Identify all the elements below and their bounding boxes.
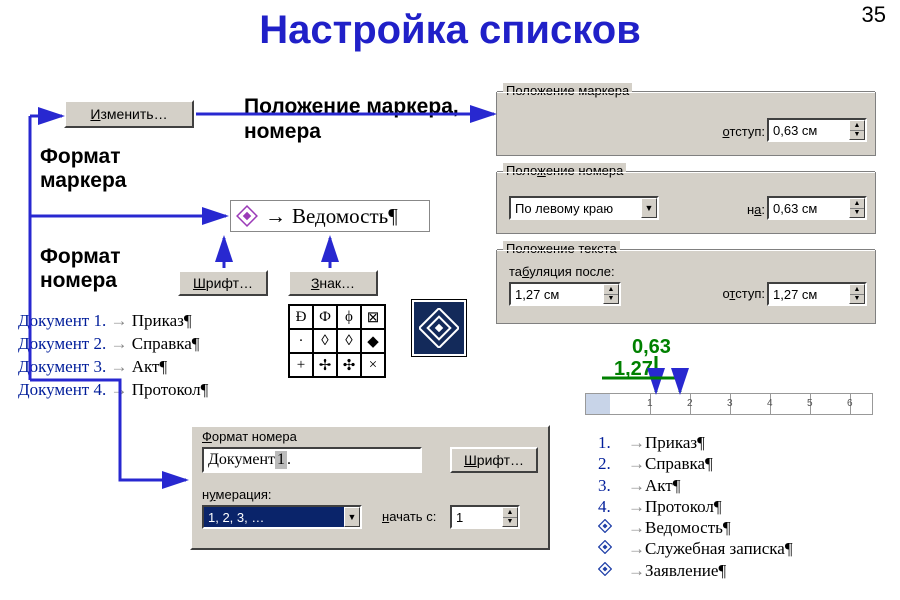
label-number-format: Формат номера	[40, 245, 170, 293]
ruler-number: 2	[687, 398, 693, 409]
list-item: Документ 3. → Акт¶	[18, 356, 208, 379]
start-at-input[interactable]: 1 ▲▼	[450, 505, 520, 529]
tab-label: табуляция после:	[509, 264, 615, 279]
charmap-cell[interactable]: ✢	[313, 353, 337, 377]
ruler: 1 2 3 4 5 6	[585, 393, 873, 415]
tab-after-input[interactable]: 1,27 см ▲▼	[509, 282, 621, 306]
start-label: начать с:	[382, 509, 436, 524]
preview-item: 4.→Протокол¶	[598, 496, 793, 517]
group-text-position: Положение текста табуляция после: 1,27 с…	[496, 250, 876, 324]
preview-item: →Служебная записка¶	[598, 538, 793, 559]
font2-button[interactable]: Шрифт…	[450, 447, 538, 473]
selected-glyph	[412, 300, 466, 356]
group-marker-position: Положение маркера отступ: 0,63 см ▲▼	[496, 92, 876, 156]
change-button[interactable]: Изменить…	[64, 100, 194, 128]
document-list: Документ 1. → Приказ¶Документ 2. → Справ…	[18, 310, 208, 402]
text-indent-value: 1,27 см	[773, 287, 817, 302]
charmap-cell[interactable]: ◊	[313, 329, 337, 353]
preview-item: →Ведомость¶	[598, 517, 793, 538]
annotation-063: 0,63	[632, 336, 671, 359]
charmap-cell[interactable]: ϕ	[337, 305, 361, 329]
charmap-cell[interactable]: ·	[289, 329, 313, 353]
number-format-input[interactable]: Документ 1.	[202, 447, 422, 473]
preview-item: →Заявление¶	[598, 560, 793, 581]
format-num-digit: 1	[275, 451, 287, 469]
format-number-legend: Формат номера	[202, 429, 297, 444]
spinner-icon[interactable]: ▲▼	[603, 284, 619, 304]
charmap-cell[interactable]: ⊠	[361, 305, 385, 329]
symbol-button-label: Знак…	[311, 275, 355, 291]
chevron-down-icon[interactable]: ▼	[344, 507, 360, 527]
charmap-cell[interactable]: Ð	[289, 305, 313, 329]
font-button[interactable]: Шрифт…	[178, 270, 268, 296]
group-text-position-legend: Положение текста	[503, 241, 620, 256]
ruler-number: 6	[847, 398, 853, 409]
ruler-number: 4	[767, 398, 773, 409]
numbering-value: 1, 2, 3, …	[208, 510, 264, 525]
preview-item: 1.→Приказ¶	[598, 432, 793, 453]
marker-indent-input[interactable]: 0,63 см ▲▼	[767, 118, 867, 142]
at-label: на:	[747, 202, 765, 217]
spinner-icon[interactable]: ▲▼	[849, 120, 865, 140]
charmap-cell[interactable]: +	[289, 353, 313, 377]
preview-list: 1.→Приказ¶2.→Справка¶3.→Акт¶4.→Протокол¶…	[598, 432, 793, 581]
numbering-label: нумерация:	[202, 487, 272, 502]
ruler-number: 3	[727, 398, 733, 409]
sample-marker-line: → Ведомость¶	[230, 200, 430, 232]
list-item: Документ 4. → Протокол¶	[18, 379, 208, 402]
marker-indent-value: 0,63 см	[773, 123, 817, 138]
format-suffix: .	[287, 451, 291, 469]
font2-button-label: Шрифт…	[464, 452, 524, 468]
start-at-value: 1	[456, 510, 463, 525]
chevron-down-icon[interactable]: ▼	[641, 198, 657, 218]
symbol-button[interactable]: Знак…	[288, 270, 378, 296]
character-map[interactable]: ÐФϕ⊠·◊◊◆+✢✣×	[288, 304, 386, 378]
label-marker-format: Формат маркера	[40, 145, 180, 193]
indent-label: отступ:	[722, 124, 765, 139]
font-button-label: Шрифт…	[193, 275, 253, 291]
charmap-cell[interactable]: ◊	[337, 329, 361, 353]
preview-item: 2.→Справка¶	[598, 453, 793, 474]
text-indent-input[interactable]: 1,27 см ▲▼	[767, 282, 867, 306]
sample-arrow: →	[265, 204, 286, 229]
change-button-label: Изменить…	[90, 106, 167, 122]
group-marker-position-legend: Положение маркера	[503, 83, 632, 98]
group-number-position-legend: Положение номера	[503, 163, 626, 178]
spinner-icon[interactable]: ▲▼	[849, 284, 865, 304]
diamond-icon	[235, 204, 259, 228]
label-position: Положение маркера, номера	[244, 94, 464, 144]
charmap-cell[interactable]: Ф	[313, 305, 337, 329]
preview-item: 3.→Акт¶	[598, 475, 793, 496]
ruler-number: 1	[647, 398, 653, 409]
number-at-value: 0,63 см	[773, 201, 817, 216]
spinner-icon[interactable]: ▲▼	[849, 198, 865, 218]
format-number-panel: Формат номера Документ 1. Шрифт… нумерац…	[190, 425, 550, 550]
charmap-cell[interactable]: ×	[361, 353, 385, 377]
list-item: Документ 2. → Справка¶	[18, 333, 208, 356]
ruler-number: 5	[807, 398, 813, 409]
tab-after-value: 1,27 см	[515, 287, 559, 302]
charmap-cell[interactable]: ✣	[337, 353, 361, 377]
page-title: Настройка списков	[0, 8, 900, 53]
charmap-cell[interactable]: ◆	[361, 329, 385, 353]
list-item: Документ 1. → Приказ¶	[18, 310, 208, 333]
numbering-dropdown[interactable]: 1, 2, 3, … ▼	[202, 505, 362, 529]
format-prefix: Документ	[208, 451, 275, 469]
group-number-position: Положение номера По левому краю ▼ на: 0,…	[496, 172, 876, 234]
number-align-dropdown[interactable]: По левому краю ▼	[509, 196, 659, 220]
number-at-input[interactable]: 0,63 см ▲▼	[767, 196, 867, 220]
text-indent-label: отступ:	[722, 286, 765, 301]
sample-text: Ведомость¶	[292, 204, 398, 229]
number-align-value: По левому краю	[515, 201, 613, 216]
annotation-127: 1,27	[614, 358, 653, 381]
spinner-icon[interactable]: ▲▼	[502, 507, 518, 527]
